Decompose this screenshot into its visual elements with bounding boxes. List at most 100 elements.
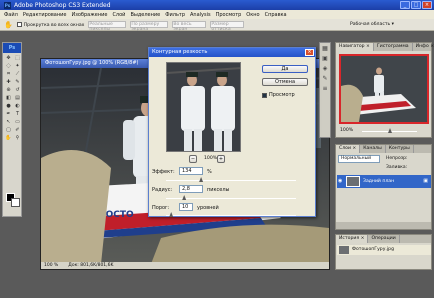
tools-logo: Ps	[3, 43, 21, 53]
dialog-preview[interactable]	[166, 62, 241, 152]
dialog-title: Контурная резкость	[149, 48, 315, 57]
tab-navigator[interactable]: Навигатор ×	[336, 43, 374, 51]
navigator-preview[interactable]	[339, 54, 429, 124]
menu-edit[interactable]: Редактирование	[23, 12, 67, 18]
dialog-preview-image	[167, 63, 240, 151]
menu-image[interactable]: Изображение	[71, 12, 107, 18]
threshold-input[interactable]: 10	[179, 203, 193, 211]
histogram-icon[interactable]: ▦	[320, 44, 330, 53]
fill-label: Заливка:	[386, 165, 408, 170]
hand-icon[interactable]: ✋	[4, 21, 13, 29]
amount-input[interactable]: 134	[179, 167, 203, 175]
zoom-in-button[interactable]: +	[217, 155, 225, 163]
tools-panel: Ps ✥ ⬚ ◌ ✦ ⌗ ⟋ ✚ ✎ ⊕ ↺ ◧ ▤ ● ◐ ✒ T ↖ ▭ ▢ ✐ ✋ ⚲	[2, 42, 22, 217]
visibility-eye-icon[interactable]: ◉	[338, 178, 342, 184]
minimize-button[interactable]: _	[400, 1, 410, 9]
tab-paths[interactable]: Контуры	[386, 145, 414, 153]
close-button[interactable]: ×	[422, 1, 432, 9]
tab-channels[interactable]: Каналы	[360, 145, 386, 153]
threshold-unit: уровней	[197, 205, 219, 211]
navigator-zoom[interactable]: 100%	[340, 128, 353, 133]
tab-history[interactable]: История ×	[336, 235, 369, 243]
scroll-all-label: Прокрутка во всех окнах	[23, 22, 85, 28]
amount-label: Эффект:	[152, 169, 175, 175]
fit-screen-button[interactable]: По размеру экрана	[130, 21, 169, 32]
tab-histogram[interactable]: Гистограмма	[374, 43, 413, 51]
actual-pixels-button[interactable]: Реальные пикселы	[88, 21, 127, 32]
crop-icon[interactable]: ⌗	[4, 70, 13, 78]
hand-icon[interactable]: ✋	[4, 134, 13, 142]
history-brush-icon[interactable]: ↺	[13, 86, 22, 94]
menu-analysis[interactable]: Analysis	[190, 12, 211, 18]
zoom-out-button[interactable]: −	[189, 155, 197, 163]
menu-filter[interactable]: Фильтр	[165, 12, 185, 18]
menu-layer[interactable]: Слой	[112, 12, 125, 18]
brush-preset-icon[interactable]: ✎	[320, 74, 330, 83]
menu-view[interactable]: Просмотр	[216, 12, 242, 18]
preview-checkbox-box[interactable]	[262, 92, 267, 98]
background-color-swatch[interactable]	[11, 198, 20, 207]
unsharp-mask-dialog: Контурная резкость × − 100% + Да Отмена …	[148, 47, 316, 217]
options-bar: ✋ Прокрутка во всех окнах Реальные пиксе…	[0, 19, 434, 32]
tab-layers[interactable]: Слои ×	[336, 145, 361, 153]
document-status-bar: 100 % Док: 801,6K/801,6K	[41, 262, 329, 269]
history-panel: История × Операции ФотошопГуру.jpg	[335, 234, 432, 270]
layers-icon[interactable]: ≡	[320, 84, 330, 93]
history-item[interactable]: ФотошопГуру.jpg	[337, 245, 431, 255]
zoom-icon[interactable]: ⚲	[13, 134, 22, 142]
radius-input[interactable]: 2,8	[179, 185, 203, 193]
path-select-icon[interactable]: ↖	[4, 118, 13, 126]
gradient-icon[interactable]: ▤	[13, 94, 22, 102]
lasso-icon[interactable]: ◌	[4, 62, 13, 70]
amount-slider[interactable]	[166, 180, 296, 181]
dodge-icon[interactable]: ◐	[13, 102, 22, 110]
layers-footer	[336, 222, 431, 229]
history-thumbnail	[339, 246, 349, 254]
lock-icon: ▣	[423, 178, 428, 184]
dialog-close-icon[interactable]: ×	[305, 49, 314, 56]
slice-icon[interactable]: ⟋	[13, 70, 22, 78]
window-title: Adobe Photoshop CS3 Extended	[14, 1, 111, 9]
print-size-button[interactable]: Размер оттиска	[210, 21, 245, 32]
pen-icon[interactable]: ✒	[4, 110, 13, 118]
amount-unit: %	[207, 169, 212, 175]
tab-actions[interactable]: Операции	[368, 235, 400, 243]
eyedropper-icon[interactable]: ✐	[13, 126, 22, 134]
panel-icon-strip: ▦ ▣ ◈ ✎ ≡	[319, 42, 331, 138]
type-icon[interactable]: T	[13, 110, 22, 118]
threshold-slider[interactable]	[166, 215, 296, 216]
zoom-level[interactable]: 100 %	[44, 262, 58, 269]
notes-icon[interactable]: ▢	[4, 126, 13, 134]
preview-checkbox[interactable]: Просмотр	[262, 92, 295, 98]
shape-icon[interactable]: ▭	[13, 118, 22, 126]
swatches-icon[interactable]: ◈	[320, 64, 330, 73]
marquee-icon[interactable]: ⬚	[13, 54, 22, 62]
maximize-button[interactable]: □	[411, 1, 421, 9]
blur-icon[interactable]: ●	[4, 102, 13, 110]
color-icon[interactable]: ▣	[320, 54, 330, 63]
move-icon[interactable]: ✥	[4, 54, 13, 62]
layer-row[interactable]: ◉ Задний план ▣	[337, 175, 431, 188]
healing-icon[interactable]: ✚	[4, 78, 13, 86]
brush-icon[interactable]: ✎	[13, 78, 22, 86]
photoshop-logo-icon: Ps	[4, 1, 11, 9]
layer-name[interactable]: Задний план	[363, 179, 394, 184]
document-size: Док: 801,6K/801,6K	[68, 263, 114, 268]
menu-bar: Файл Редактирование Изображение Слой Выд…	[0, 10, 434, 19]
ok-button[interactable]: Да	[262, 65, 308, 73]
title-bar: Ps Adobe Photoshop CS3 Extended _ □ ×	[0, 0, 434, 10]
menu-help[interactable]: Справка	[265, 12, 287, 18]
scroll-all-checkbox[interactable]: Прокрутка во всех окнах	[16, 21, 85, 28]
workspace-menu[interactable]: Рабочая область ▾	[350, 22, 394, 27]
eraser-icon[interactable]: ◧	[4, 94, 13, 102]
tab-info[interactable]: Инфо ×	[413, 43, 434, 51]
magic-wand-icon[interactable]: ✦	[13, 62, 22, 70]
menu-file[interactable]: Файл	[4, 12, 18, 18]
preview-checkbox-label: Просмотр	[269, 92, 295, 98]
stamp-icon[interactable]: ⊕	[4, 86, 13, 94]
menu-select[interactable]: Выделение	[130, 12, 160, 18]
blend-mode-select[interactable]: Нормальный	[338, 155, 380, 163]
fill-screen-button[interactable]: Во весь экран	[172, 21, 207, 32]
menu-window[interactable]: Окно	[246, 12, 259, 18]
cancel-button[interactable]: Отмена	[262, 78, 308, 86]
